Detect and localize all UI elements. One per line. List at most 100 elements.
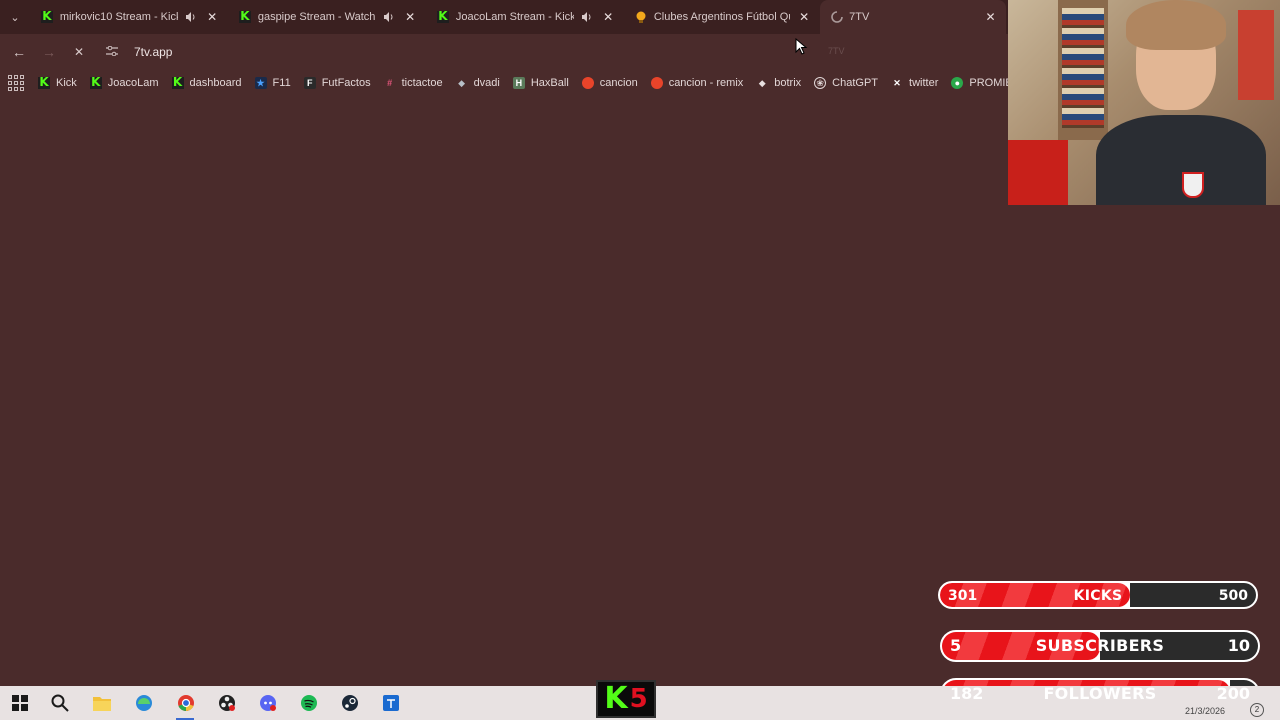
kick-icon (89, 75, 102, 89)
x-icon: ✕ (893, 77, 901, 88)
tab-title: JoacoLam Stream - Kick Da (455, 11, 575, 23)
bookmark-kick[interactable]: Kick (38, 75, 77, 89)
dvadi-icon: ◆ (458, 77, 466, 88)
bookmark-label: twitter (909, 77, 939, 89)
ghost-tooltip-text: 7TV (828, 46, 845, 56)
tab-strip: ⌄ mirkovic10 Stream - Kick Da ✕ gaspipe … (0, 0, 1010, 34)
kick-icon (171, 75, 184, 89)
chrome-icon[interactable] (176, 693, 196, 713)
bookmark-label: JoacoLam (107, 77, 159, 89)
chevron-down-icon: ⌄ (10, 11, 20, 24)
futfactos-icon: F (303, 77, 316, 89)
browser-toolbar: ← → ✕ 7tv.app (0, 34, 1010, 70)
mouse-cursor-icon (795, 38, 808, 55)
notification-badge[interactable]: 2 (1250, 703, 1264, 717)
bookmark-f11[interactable]: ★ F11 (254, 77, 291, 89)
overlay-number: 5 (629, 684, 648, 714)
f11-icon: ★ (254, 77, 267, 89)
bookmark-chatgpt[interactable]: ❀ ChatGPT (814, 77, 878, 89)
club-crest (1182, 172, 1204, 198)
bookmark-dvadi[interactable]: ◆ dvadi (456, 77, 500, 89)
goal-max: 500 (1218, 588, 1248, 604)
kick-icon (40, 9, 54, 24)
close-icon[interactable]: ✕ (600, 10, 616, 24)
kick-icon: K (604, 681, 628, 716)
goal-label: KICKS (1073, 588, 1123, 604)
close-icon[interactable]: ✕ (204, 10, 220, 24)
goal-label: FOLLOWERS (1043, 684, 1157, 703)
kick-icon (238, 9, 252, 24)
obs-icon[interactable] (217, 693, 237, 713)
search-icon[interactable] (50, 693, 70, 713)
apps-grid-icon[interactable] (8, 74, 24, 92)
goal-label: SUBSCRIBERS (1035, 636, 1165, 655)
close-icon[interactable]: ✕ (796, 10, 812, 24)
tab-mirkovic10[interactable]: mirkovic10 Stream - Kick Da ✕ (30, 0, 228, 34)
bookmark-futfactos[interactable]: F FutFactos (303, 77, 371, 89)
stop-loading-button[interactable]: ✕ (64, 37, 94, 67)
tab-clubes-quiz[interactable]: Clubes Argentinos Fútbol Quiz ✕ (624, 0, 820, 34)
bookmark-cancion-remix[interactable]: cancion - remix (650, 77, 744, 89)
kick-icon (436, 9, 450, 24)
cancion-icon (581, 77, 594, 89)
bookmark-twitter[interactable]: ✕ twitter (891, 77, 938, 89)
arrow-right-icon: → (42, 44, 56, 60)
speaker-icon[interactable] (382, 12, 396, 22)
subscribers-goal-bar: 5 SUBSCRIBERS 10 (940, 630, 1260, 662)
quiz-icon (634, 10, 648, 24)
site-info-icon[interactable] (106, 45, 126, 59)
cancion-icon (650, 77, 663, 89)
tab-gaspipe[interactable]: gaspipe Stream - Watch Live ✕ (228, 0, 426, 34)
goal-max: 200 (1216, 684, 1250, 703)
tab-search-button[interactable]: ⌄ (0, 0, 30, 34)
botrix-icon: ◆ (758, 77, 766, 88)
kick-icon (38, 75, 50, 89)
goal-max: 10 (1227, 636, 1250, 655)
speaker-icon[interactable] (580, 12, 594, 22)
bookmark-cancion[interactable]: cancion (581, 77, 638, 89)
chatgpt-icon: ❀ (814, 77, 827, 89)
windows-start-icon[interactable] (10, 693, 30, 713)
bookmark-label: ChatGPT (832, 77, 879, 89)
tictactoe-icon: # (387, 78, 393, 88)
tab-title: Clubes Argentinos Fútbol Quiz (653, 11, 791, 23)
bookmark-label: dvadi (473, 77, 500, 89)
back-button[interactable]: ← (4, 37, 34, 67)
promiedos-icon: ● (951, 77, 964, 89)
address-bar[interactable]: 7tv.app (98, 38, 798, 66)
kicks-goal-bar: 301 KICKS 500 (938, 581, 1258, 609)
tab-joacolam[interactable]: JoacoLam Stream - Kick Da ✕ (426, 0, 624, 34)
spotify-icon[interactable] (299, 693, 319, 713)
bookmark-haxball[interactable]: H HaxBall (512, 77, 569, 89)
gaming-chair (1008, 140, 1068, 205)
bookmark-dashboard[interactable]: dashboard (171, 75, 242, 89)
forward-button[interactable]: → (34, 37, 64, 67)
bookmark-botrix[interactable]: ◆ botrix (756, 77, 801, 89)
loading-icon (830, 10, 843, 24)
kick-stream-overlay: K 5 (596, 680, 656, 718)
wall-poster (1238, 10, 1274, 100)
arrow-left-icon: ← (12, 44, 26, 60)
store-icon[interactable] (381, 693, 401, 713)
bookmark-label: cancion (599, 77, 638, 89)
bookmark-label: tictactoe (401, 77, 443, 89)
bookmark-tictactoe[interactable]: # tictactoe (384, 77, 443, 89)
haxball-icon: H (512, 77, 525, 89)
close-icon[interactable]: ✕ (402, 10, 418, 24)
bookshelf (1058, 0, 1108, 140)
bookmark-label: FutFactos (321, 77, 371, 89)
close-icon[interactable]: ✕ (983, 10, 998, 24)
tray-date[interactable]: 21/3/2026 (1185, 706, 1225, 716)
file-explorer-icon[interactable] (92, 693, 112, 713)
bookmark-label: botrix (774, 77, 802, 89)
speaker-icon[interactable] (184, 12, 198, 22)
steam-icon[interactable] (340, 693, 360, 713)
bookmark-joacolam[interactable]: JoacoLam (89, 75, 159, 89)
tab-title: gaspipe Stream - Watch Live (257, 11, 377, 23)
bookmark-label: cancion - remix (668, 77, 744, 89)
bookmark-label: F11 (272, 77, 291, 89)
bookmarks-bar: Kick JoacoLam dashboard ★ F11 F FutFacto… (0, 70, 1037, 96)
tab-7tv[interactable]: 7TV ✕ (820, 0, 1006, 34)
discord-icon[interactable] (258, 693, 278, 713)
edge-icon[interactable] (134, 693, 154, 713)
